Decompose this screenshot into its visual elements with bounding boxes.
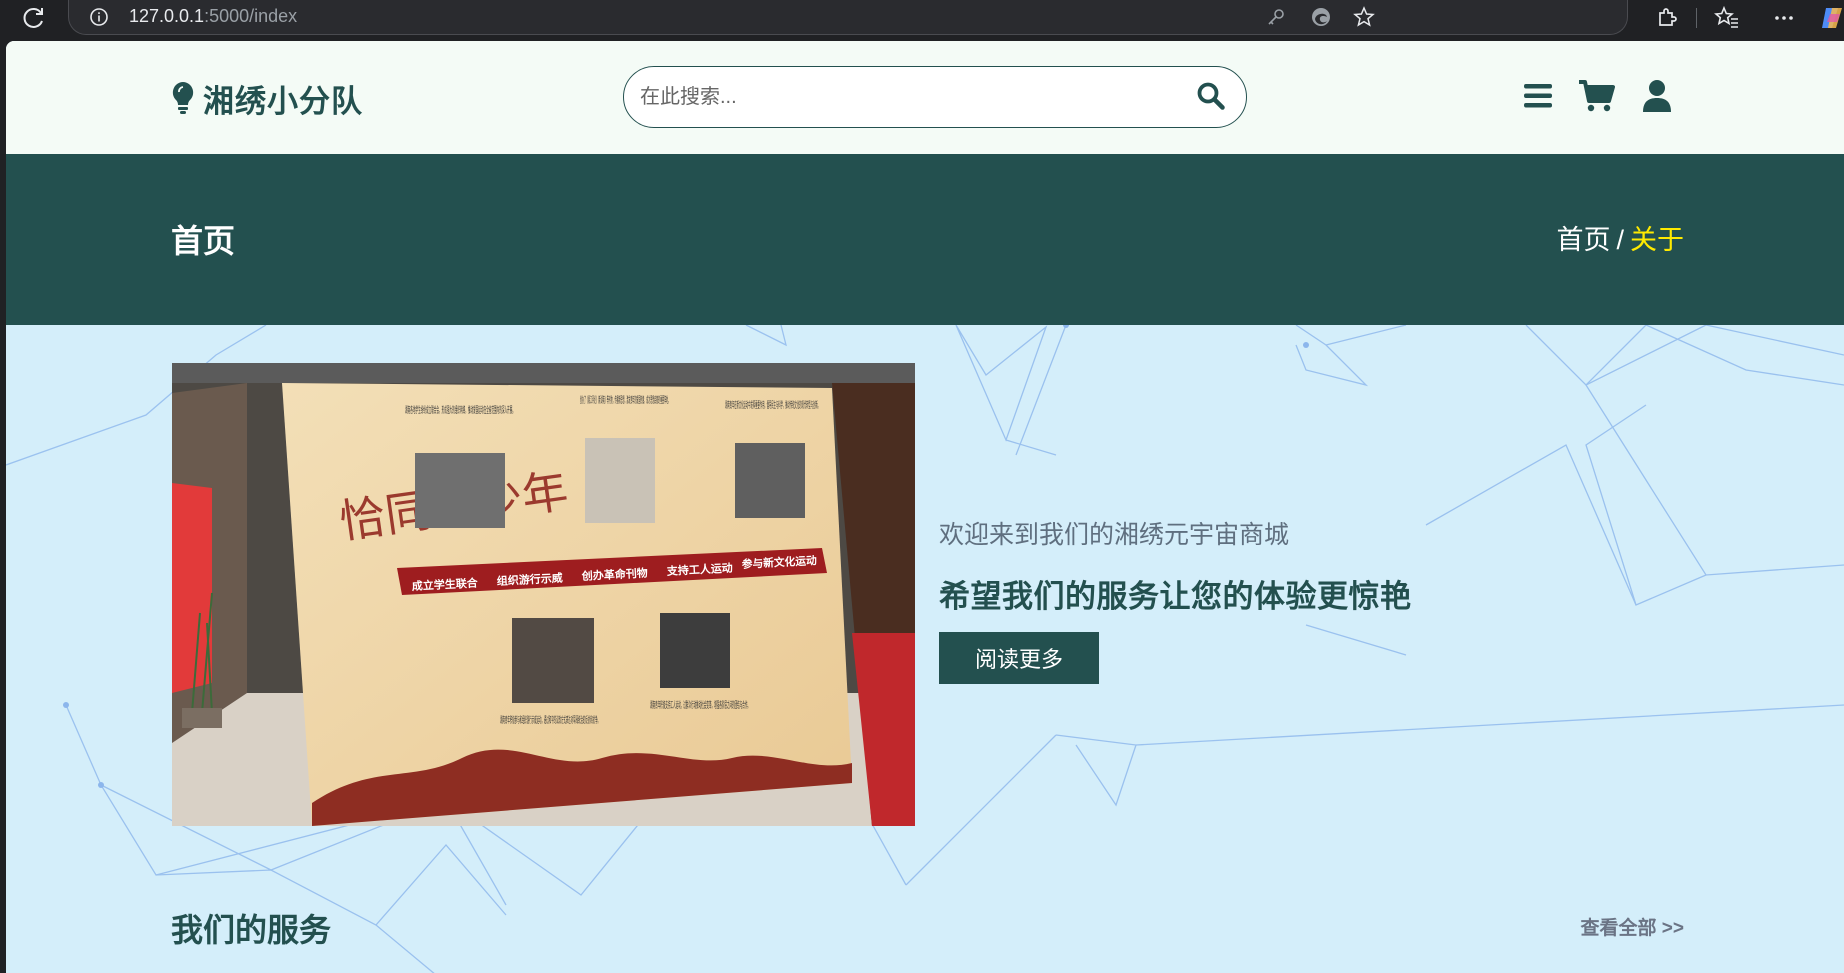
read-more-button[interactable]: 阅读更多	[939, 632, 1099, 684]
reload-icon[interactable]	[20, 4, 48, 32]
wall-caption-2: 创办了《湘江评论》《新湖南》等刊物，传播新思想，激发青年的爱国热情，成为思想启蒙…	[580, 394, 670, 405]
lightbulb-icon	[172, 82, 194, 114]
search-input[interactable]	[638, 79, 1162, 115]
key-icon[interactable]	[1264, 5, 1288, 29]
view-all-link[interactable]: 查看全部 >>	[1581, 913, 1684, 940]
url-text: 127.0.0.1:5000/index	[129, 6, 298, 26]
breadcrumb-current: 关于	[1630, 225, 1684, 255]
menu-icon[interactable]	[1522, 79, 1554, 113]
wall-caption-3: 湖南青年在新文化运动中发挥重要作用，倡导民主与科学，推动传统文化的现代转型与创新…	[725, 399, 820, 410]
site-info-icon[interactable]	[89, 7, 109, 27]
wall-caption-4: 湖南青年积极参与和组织游行示威运动，通过和平的议政方式表达对军阀统治的反抗和抗争…	[500, 714, 600, 725]
edge-icon[interactable]	[1309, 5, 1333, 29]
favorite-star-icon[interactable]	[1352, 5, 1376, 29]
about-text-block: 欢迎来到我们的湘绣元宇宙商城 希望我们的服务让您的体验更惊艳 阅读更多	[939, 515, 1639, 684]
services-title: 我们的服务	[171, 912, 332, 948]
page-title: 首页	[171, 223, 236, 259]
copilot-icon[interactable]	[1818, 4, 1844, 32]
cart-icon[interactable]	[1578, 79, 1616, 113]
breadcrumb: 首页 / 关于	[1556, 218, 1684, 257]
search-icon[interactable]	[1196, 81, 1226, 111]
about-subtitle: 欢迎来到我们的湘绣元宇宙商城	[939, 521, 1290, 549]
more-menu-icon[interactable]	[1770, 4, 1798, 32]
exhibition-hall-image: 恰同学少年 湖南各地学生纷纷成立联合会，形成强大的组织网络，推动爱国运动在全省范…	[172, 363, 915, 826]
breadcrumb-separator: /	[1616, 225, 1624, 255]
address-bar[interactable]: 127.0.0.1:5000/index	[68, 0, 1628, 35]
brand-name: 湘绣小分队	[203, 83, 363, 119]
browser-toolbar: 127.0.0.1:5000/index	[0, 0, 1844, 42]
extensions-icon[interactable]	[1652, 4, 1680, 32]
page-viewport: 湘绣小分队 首页 首页/关于	[6, 41, 1844, 973]
page-banner: 首页 首页 / 关于	[6, 154, 1844, 325]
wall-caption-1: 湖南各地学生纷纷成立联合会，形成强大的组织网络，推动爱国运动在全省范围内的深入开…	[405, 404, 515, 415]
favorites-icon[interactable]	[1713, 4, 1741, 32]
toolbar-divider	[1696, 8, 1697, 28]
wall-caption-5: 湖南青年积极支持工人运动，过群众行动推动社会变革，增强各阶层之间的团结与合作。	[650, 699, 750, 710]
site-header: 湘绣小分队	[6, 41, 1844, 154]
breadcrumb-home-link[interactable]: 首页	[1556, 225, 1610, 255]
brand-logo[interactable]: 湘绣小分队	[171, 78, 363, 119]
user-account-icon[interactable]	[1642, 79, 1672, 113]
about-headline: 希望我们的服务让您的体验更惊艳	[939, 579, 1412, 614]
search-box	[623, 66, 1247, 128]
